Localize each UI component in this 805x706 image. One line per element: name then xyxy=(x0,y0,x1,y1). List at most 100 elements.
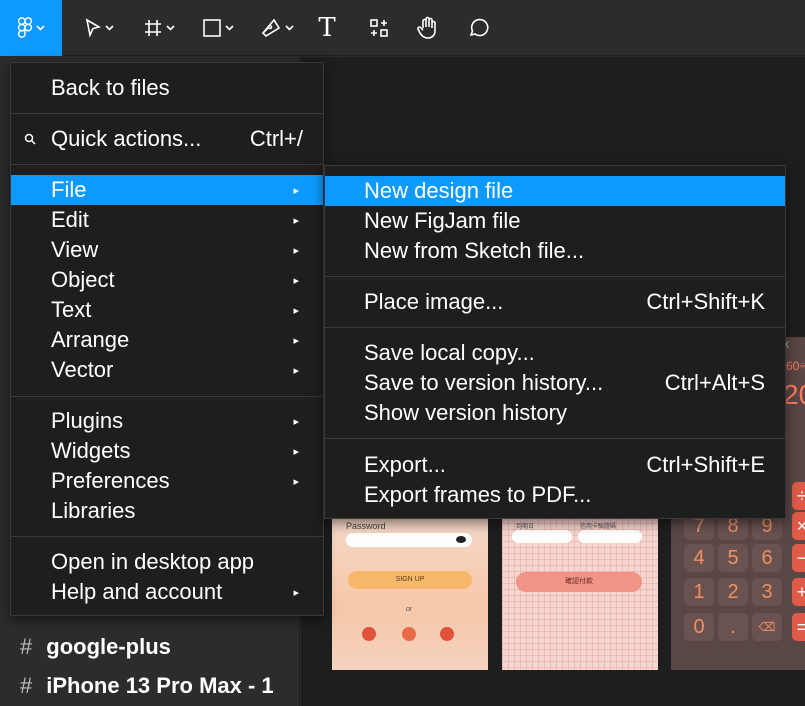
text-menu-item[interactable]: Text ▸ xyxy=(11,295,323,325)
hand-tool-button[interactable] xyxy=(412,0,444,56)
resources-grid-icon xyxy=(370,19,388,37)
menu-divider xyxy=(325,327,785,328)
save-version-history-item[interactable]: Save to version history... Ctrl+Alt+S xyxy=(325,368,785,398)
help-account-menu-item[interactable]: Help and account ▸ xyxy=(11,577,323,607)
backspace-icon: ⌫ xyxy=(752,613,782,641)
calc-key: = xyxy=(792,613,805,641)
main-menu: Back to files Quick actions... Ctrl+/ Fi… xyxy=(10,62,324,616)
submenu-arrow-icon: ▸ xyxy=(293,274,299,287)
main-menu-button[interactable] xyxy=(0,0,62,56)
menu-item-label: Object xyxy=(51,267,115,292)
edit-menu-item[interactable]: Edit ▸ xyxy=(11,205,323,235)
cvv-label: 信用卡驗證碼 xyxy=(580,524,617,530)
menu-item-label: New from Sketch file... xyxy=(364,238,585,263)
submenu-arrow-icon: ▸ xyxy=(293,445,299,458)
submenu-arrow-icon: ▸ xyxy=(293,475,299,488)
calc-key: . xyxy=(718,613,748,641)
menu-divider xyxy=(325,276,785,277)
chevron-down-icon xyxy=(166,25,175,31)
calc-key: 0 xyxy=(684,613,714,641)
export-item[interactable]: Export... Ctrl+Shift+E xyxy=(325,450,785,480)
frame-hash-icon: # xyxy=(20,634,33,659)
expiry-label: 到期日 xyxy=(516,524,535,530)
place-image-item[interactable]: Place image... Ctrl+Shift+K xyxy=(325,287,785,317)
menu-divider xyxy=(11,113,323,114)
shape-tool-button[interactable] xyxy=(196,0,240,56)
shortcut-label: Ctrl+/ xyxy=(249,126,303,151)
menu-item-label: Save to version history... xyxy=(364,370,604,395)
menu-divider xyxy=(11,164,323,165)
rectangle-icon xyxy=(203,19,221,37)
menu-item-label: Widgets xyxy=(51,438,131,463)
plugins-menu-item[interactable]: Plugins ▸ xyxy=(11,406,323,436)
resources-tool-button[interactable] xyxy=(364,0,394,56)
frame-login-thumbnail[interactable]: Password SIGN UP or xyxy=(332,517,488,670)
frame-tool-button[interactable] xyxy=(138,0,180,56)
text-tool-icon: T xyxy=(318,13,336,43)
quick-actions-item[interactable]: Quick actions... Ctrl+/ xyxy=(11,124,323,154)
expiry-field-preview xyxy=(512,530,572,543)
figma-logo-icon xyxy=(17,17,33,38)
menu-item-label: Edit xyxy=(51,207,89,232)
calc-key: 4 xyxy=(684,544,714,572)
object-menu-item[interactable]: Object ▸ xyxy=(11,265,323,295)
submenu-arrow-icon: ▸ xyxy=(293,214,299,227)
calc-key: 3 xyxy=(752,578,782,606)
view-menu-item[interactable]: View ▸ xyxy=(11,235,323,265)
new-design-file-item[interactable]: New design file xyxy=(325,176,785,206)
preferences-menu-item[interactable]: Preferences ▸ xyxy=(11,466,323,496)
layer-item[interactable]: # google-plus xyxy=(20,629,171,665)
arrange-menu-item[interactable]: Arrange ▸ xyxy=(11,325,323,355)
widgets-menu-item[interactable]: Widgets ▸ xyxy=(11,436,323,466)
menu-item-label: Vector xyxy=(51,357,114,382)
pen-tool-button[interactable] xyxy=(254,0,300,56)
new-figjam-file-item[interactable]: New FigJam file xyxy=(325,206,785,236)
back-to-files-item[interactable]: Back to files xyxy=(11,73,323,103)
save-local-copy-item[interactable]: Save local copy... xyxy=(325,338,785,368)
menu-item-label: Plugins xyxy=(51,408,124,433)
search-icon xyxy=(24,133,36,145)
vector-menu-item[interactable]: Vector ▸ xyxy=(11,355,323,385)
facebook-icon xyxy=(362,627,376,641)
or-divider: or xyxy=(406,606,413,613)
hand-icon xyxy=(417,16,436,39)
password-field-preview xyxy=(346,533,472,547)
move-tool-button[interactable] xyxy=(78,0,120,56)
menu-item-label: Export frames to PDF... xyxy=(364,482,592,507)
comment-tool-button[interactable] xyxy=(462,0,494,56)
menu-item-label: Arrange xyxy=(51,327,130,352)
shortcut-label: Ctrl+Shift+E xyxy=(646,452,765,477)
open-desktop-app-item[interactable]: Open in desktop app xyxy=(11,547,323,577)
show-version-history-item[interactable]: Show version history xyxy=(325,398,785,428)
menu-item-label: Libraries xyxy=(51,498,136,523)
file-menu-item[interactable]: File ▸ xyxy=(11,175,323,205)
text-tool-button[interactable]: T xyxy=(312,0,342,56)
layer-item[interactable]: # iPhone 13 Pro Max - 1 xyxy=(20,668,274,704)
new-from-sketch-item[interactable]: New from Sketch file... xyxy=(325,236,785,266)
apple-icon xyxy=(440,627,454,641)
calc-key: 6 xyxy=(752,544,782,572)
libraries-menu-item[interactable]: Libraries xyxy=(11,496,323,526)
menu-item-label: New FigJam file xyxy=(364,208,521,233)
menu-divider xyxy=(11,536,323,537)
menu-item-label: Quick actions... xyxy=(51,126,202,151)
menu-item-label: Help and account xyxy=(51,579,223,604)
frame-payment-thumbnail[interactable]: 到期日 信用卡驗證碼 確認付款 xyxy=(502,517,658,670)
menu-item-label: Show version history xyxy=(364,400,567,425)
google-plus-icon xyxy=(402,627,416,641)
calc-result: 20 xyxy=(783,379,805,410)
menu-divider xyxy=(325,438,785,439)
submenu-arrow-icon: ▸ xyxy=(293,304,299,317)
menu-item-label: Open in desktop app xyxy=(51,549,255,574)
menu-item-label: Preferences xyxy=(51,468,170,493)
chevron-down-icon xyxy=(105,25,114,31)
export-frames-pdf-item[interactable]: Export frames to PDF... xyxy=(325,480,785,510)
menu-item-label: Back to files xyxy=(51,75,170,100)
calc-key: × xyxy=(792,512,805,540)
frame-hash-icon: # xyxy=(20,673,33,698)
menu-item-label: Text xyxy=(51,297,92,322)
shortcut-label: Ctrl+Alt+S xyxy=(664,370,765,395)
submenu-arrow-icon: ▸ xyxy=(293,586,299,599)
calc-key: 1 xyxy=(684,578,714,606)
layer-name: iPhone 13 Pro Max - 1 xyxy=(46,673,274,698)
